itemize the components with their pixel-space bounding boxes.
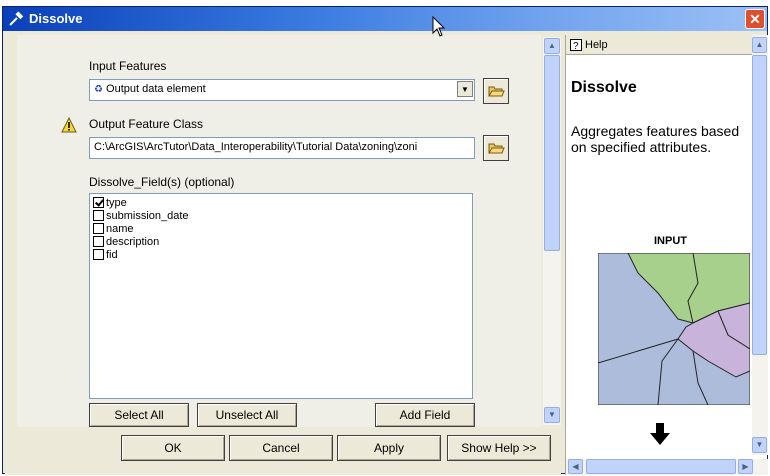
scroll-thumb[interactable]: [752, 55, 767, 355]
help-input-label: INPUT: [654, 235, 687, 247]
help-scrollbar[interactable]: ▲ ▼: [752, 35, 768, 455]
scroll-thumb[interactable]: [544, 55, 560, 251]
hammer-icon: [9, 11, 24, 26]
scroll-thumb[interactable]: [586, 459, 736, 474]
scroll-down-icon[interactable]: ▼: [752, 437, 767, 453]
add-field-button[interactable]: Add Field: [375, 403, 475, 427]
data-element-icon: ♻: [94, 84, 103, 95]
input-map-illustration: [598, 253, 750, 405]
select-all-button[interactable]: Select All: [89, 403, 189, 427]
output-feature-class-label: Output Feature Class: [89, 117, 204, 131]
open-folder-icon: [488, 143, 505, 154]
browse-input-button[interactable]: [483, 78, 509, 104]
field-label: submission_date: [106, 209, 189, 222]
form-scrollbar[interactable]: ▲ ▼: [543, 37, 561, 425]
scroll-up-icon[interactable]: ▲: [544, 38, 560, 54]
checkbox-submission-date[interactable]: [93, 210, 104, 221]
input-features-label: Input Features: [89, 59, 167, 73]
help-title: Dissolve: [571, 79, 637, 96]
show-help-button[interactable]: Show Help >>: [447, 435, 551, 461]
input-features-dropdown[interactable]: ♻ Output data element ▼: [89, 79, 475, 101]
input-features-value: Output data element: [106, 83, 206, 95]
help-icon: ?: [570, 38, 582, 51]
dissolve-fields-list[interactable]: type submission_date name description fi…: [89, 193, 473, 399]
apply-button[interactable]: Apply: [337, 435, 441, 461]
checkbox-description[interactable]: [93, 236, 104, 247]
field-label: name: [106, 222, 134, 235]
svg-text:?: ?: [573, 41, 579, 51]
arrow-down-icon: [650, 423, 670, 445]
list-item[interactable]: submission_date: [90, 209, 472, 222]
unselect-all-button[interactable]: Unselect All: [197, 403, 297, 427]
output-feature-class-field[interactable]: C:\ArcGIS\ArcTutor\Data_Interoperability…: [89, 137, 475, 159]
help-hscrollbar[interactable]: ◀ ▶: [566, 459, 768, 475]
list-item[interactable]: type: [90, 196, 472, 209]
list-item[interactable]: fid: [90, 248, 472, 261]
scroll-right-icon[interactable]: ▶: [738, 459, 753, 474]
help-description: Aggregates features based on specified a…: [571, 123, 740, 155]
list-item[interactable]: name: [90, 222, 472, 235]
scroll-up-icon[interactable]: ▲: [752, 37, 767, 53]
cancel-button[interactable]: Cancel: [229, 435, 333, 461]
scroll-down-icon[interactable]: ▼: [544, 407, 560, 423]
checkbox-fid[interactable]: [93, 249, 104, 260]
help-panel: ? Help Dissolve Aggregates features base…: [565, 35, 768, 475]
help-header-label: Help: [585, 38, 608, 51]
title-bar[interactable]: Dissolve ✕: [3, 7, 767, 31]
open-folder-icon: [488, 86, 505, 97]
dissolve-fields-label: Dissolve_Field(s) (optional): [89, 175, 235, 189]
field-label: type: [106, 196, 127, 209]
chevron-down-icon[interactable]: ▼: [457, 81, 473, 97]
browse-output-button[interactable]: [483, 135, 509, 161]
scroll-left-icon[interactable]: ◀: [568, 459, 583, 474]
warning-icon: [61, 117, 77, 133]
window-title: Dissolve: [29, 11, 83, 26]
close-button[interactable]: ✕: [745, 9, 765, 29]
dissolve-dialog: Dissolve ✕ Input Features ♻ Output data …: [2, 6, 768, 475]
checkbox-name[interactable]: [93, 223, 104, 234]
field-label: description: [106, 235, 160, 248]
help-header: ? Help: [566, 35, 752, 55]
list-item[interactable]: description: [90, 235, 472, 248]
checkbox-type[interactable]: [93, 197, 104, 208]
ok-button[interactable]: OK: [121, 435, 225, 461]
mouse-cursor-icon: [432, 16, 446, 37]
field-label: fid: [106, 248, 118, 261]
